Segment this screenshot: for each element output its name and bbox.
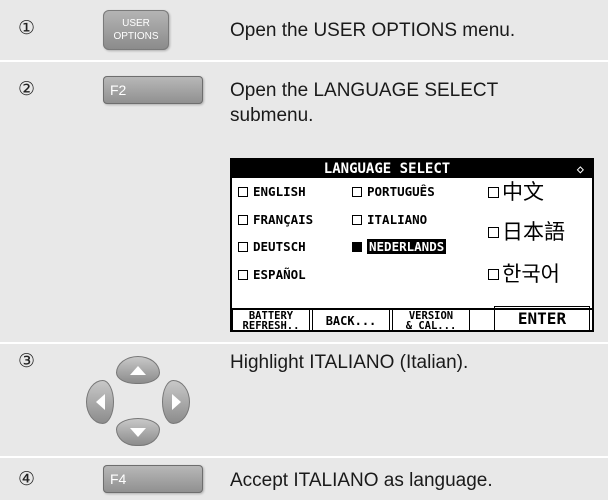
checkbox-icon [238, 186, 248, 197]
softkey-enter[interactable]: ENTER [494, 306, 590, 332]
option-label: ITALIANO [367, 212, 428, 227]
arrow-right-icon [171, 394, 181, 410]
arrow-keypad-icon[interactable] [86, 356, 190, 446]
step-description: Open the LANGUAGE SELECT submenu. [230, 80, 498, 126]
step-number: ② [18, 78, 36, 100]
arrow-left-icon [95, 394, 105, 410]
option-english[interactable]: ENGLISH [238, 184, 306, 200]
arrow-left-button[interactable] [86, 380, 114, 424]
checkbox-icon [488, 268, 499, 280]
option-label: 한국어 [502, 262, 560, 286]
softkey-label: & CAL... [405, 319, 457, 332]
option-label: 中文 [502, 180, 544, 204]
up-down-arrows-icon: ◇ [576, 162, 584, 176]
option-portugues[interactable]: PORTUGUÊS [352, 184, 435, 200]
checkbox-icon [238, 269, 248, 280]
softkey-version-cal[interactable]: VERSION & CAL... [392, 310, 470, 332]
step-number: ③ [18, 350, 36, 372]
softkey-back[interactable]: BACK... [312, 310, 390, 332]
option-francais[interactable]: FRANÇAIS [238, 212, 313, 228]
checkbox-icon [488, 186, 499, 198]
option-label: 日本語 [502, 220, 565, 244]
option-korean[interactable]: 한국어 [488, 258, 560, 288]
option-espanol[interactable]: ESPAÑOL [238, 267, 306, 283]
arrow-right-button[interactable] [162, 380, 190, 424]
softkey-label: BATTERY [248, 309, 294, 322]
option-label: ESPAÑOL [253, 267, 306, 282]
arrow-down-icon [130, 427, 146, 437]
softkey-label: VERSION [408, 309, 454, 322]
option-label: FRANÇAIS [253, 212, 314, 227]
step-row-4: ④ F4 Accept ITALIANO as language. [0, 458, 608, 500]
option-label: NEDERLANDS [367, 239, 447, 254]
step-number: ④ [18, 468, 36, 490]
option-nederlands[interactable]: NEDERLANDS [352, 239, 447, 255]
f4-button[interactable]: F4 [103, 465, 203, 493]
checkbox-icon [238, 214, 248, 225]
softkey-battery-refresh[interactable]: BATTERY REFRESH.. [232, 310, 310, 332]
step-row-2: ② F2 Open the LANGUAGE SELECT submenu. L… [0, 62, 608, 342]
checkbox-checked-icon [352, 241, 362, 252]
user-options-line2: OPTIONS [113, 31, 159, 42]
option-deutsch[interactable]: DEUTSCH [238, 239, 306, 255]
user-options-line1: USER [122, 18, 150, 29]
step-number: ① [18, 17, 36, 39]
option-label: PORTUGUÊS [367, 184, 435, 199]
checkbox-icon [352, 214, 362, 225]
step-row-3: ③ Highlight ITALIANO (Italian). [0, 344, 608, 456]
option-label: DEUTSCH [253, 239, 306, 254]
user-options-button[interactable]: USER OPTIONS [103, 10, 169, 50]
arrow-up-button[interactable] [116, 356, 160, 384]
option-chinese[interactable]: 中文 [488, 176, 544, 206]
softkey-label: BACK... [325, 313, 377, 328]
softkey-label: ENTER [517, 309, 567, 328]
checkbox-icon [488, 226, 499, 238]
option-italiano[interactable]: ITALIANO [352, 212, 427, 228]
checkbox-icon [238, 241, 248, 252]
step-description: Accept ITALIANO as language. [230, 470, 493, 491]
language-select-screen: LANGUAGE SELECT ◇ ENGLISH FRANÇAIS DEUTS… [230, 158, 594, 332]
step-description: Open the USER OPTIONS menu. [230, 20, 516, 41]
arrow-down-button[interactable] [116, 418, 160, 446]
arrow-up-icon [130, 365, 146, 375]
option-japanese[interactable]: 日本語 [488, 216, 565, 246]
checkbox-icon [352, 186, 362, 197]
f2-button[interactable]: F2 [103, 76, 203, 104]
step-row-1: ① USER OPTIONS Open the USER OPTIONS men… [0, 0, 608, 60]
softkey-label: REFRESH.. [242, 319, 300, 332]
step-description: Highlight ITALIANO (Italian). [230, 352, 469, 373]
option-label: ENGLISH [253, 184, 306, 199]
